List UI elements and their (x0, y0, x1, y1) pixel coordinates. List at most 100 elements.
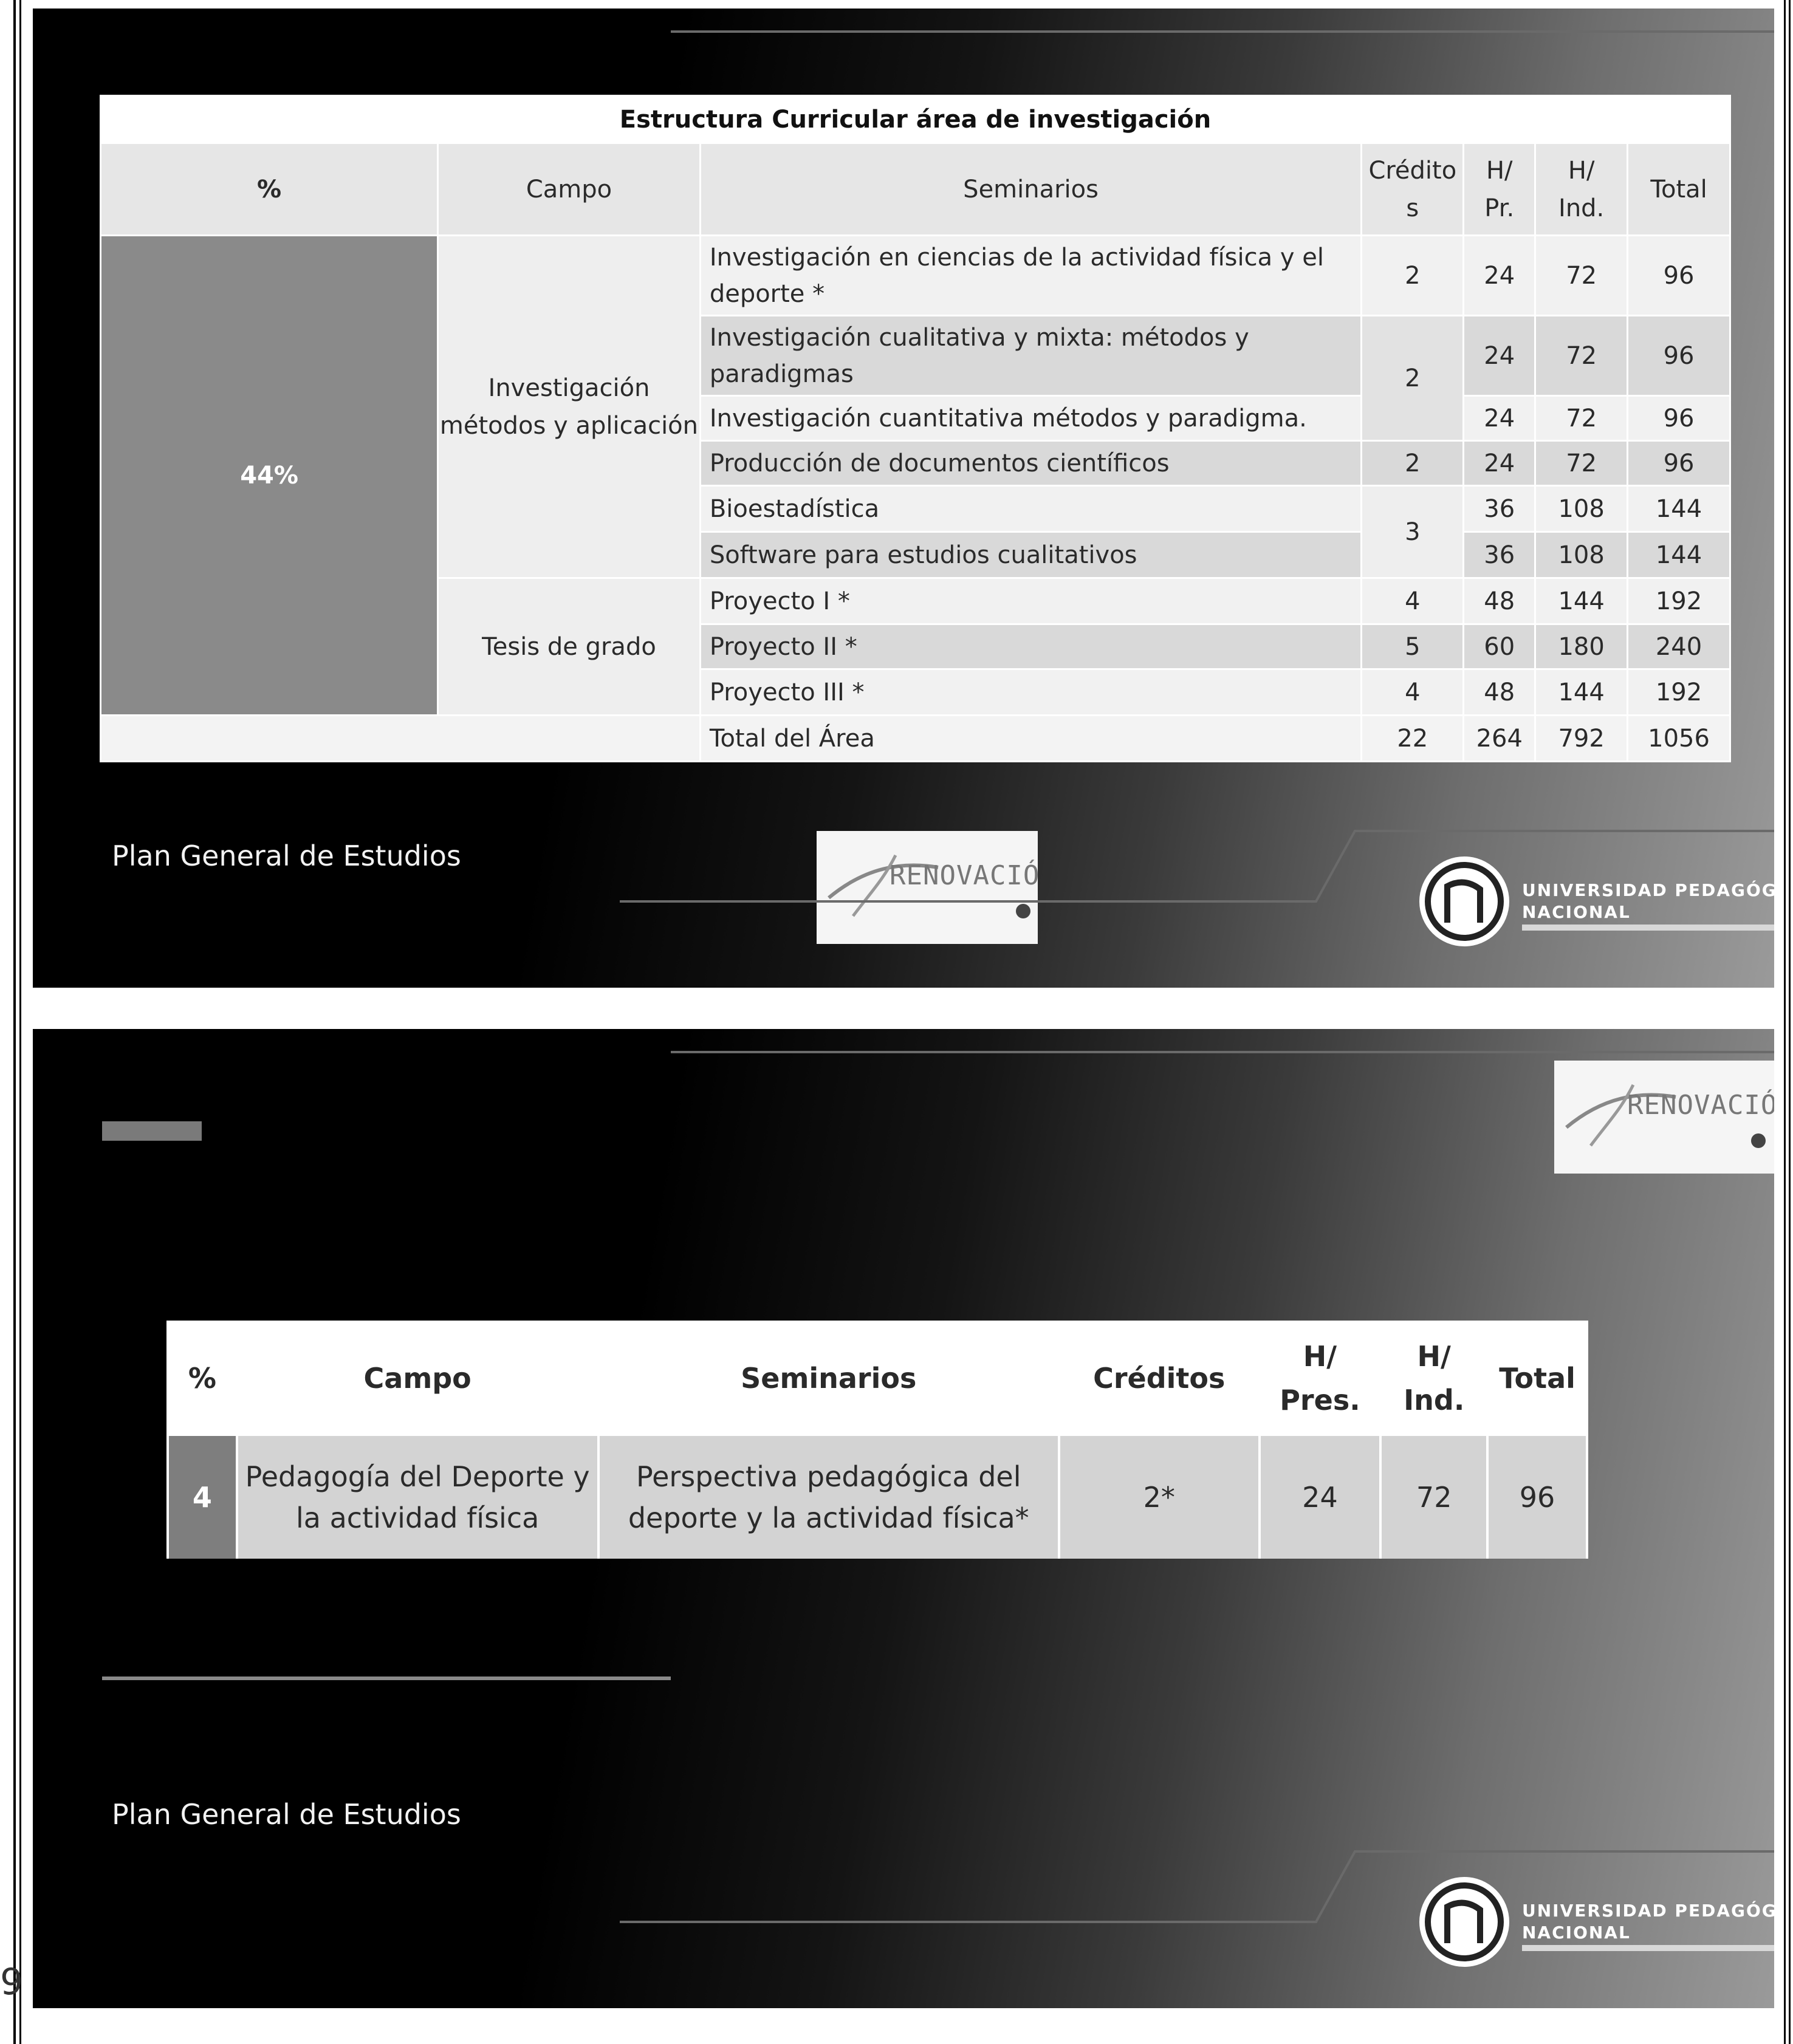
hind-cell: 144 (1534, 668, 1629, 716)
seminario-cell: Proyecto II * (699, 623, 1363, 670)
hpr-cell: 48 (1462, 577, 1537, 625)
total-cell: 144 (1627, 485, 1731, 533)
creditos-cell: 4 (1360, 668, 1465, 716)
seminario-cell: Bioestadística (699, 485, 1363, 533)
seminario-cell: Proyecto III * (699, 668, 1363, 716)
total-total: 1056 (1627, 714, 1731, 762)
upn-logo: UNIVERSIDAD PEDAGÓGICA NACIONAL (1416, 853, 1774, 974)
header-hind: H/ Ind. (1534, 142, 1629, 236)
table-row: 44% Investigación métodos y aplicación I… (99, 234, 1731, 716)
page-border-right (1784, 0, 1786, 2044)
hpr-cell: 60 (1462, 623, 1537, 670)
hpr-cell: 48 (1462, 668, 1537, 716)
creditos-cell: 2 (1360, 234, 1465, 316)
hind-cell: 108 (1534, 531, 1629, 579)
renovacion-logo: RENOVACIÓN (1554, 1061, 1774, 1174)
total-cell: 192 (1627, 668, 1731, 716)
creditos-cell: 5 (1360, 623, 1465, 670)
header-seminarios: Seminarios (699, 142, 1363, 236)
total-cell: 96 (1627, 440, 1731, 487)
header-creditos: Crédito s (1360, 142, 1465, 236)
total-cell: 96 (1627, 234, 1731, 316)
seminario-cell: Investigación cualitativa y mixta: métod… (699, 315, 1363, 397)
renovacion-wordmark: RENOVACIÓN (1627, 1090, 1774, 1121)
hpr-cell: 24 (1462, 315, 1537, 397)
campo-cell: Pedagogía del Deporte y la actividad fís… (235, 1436, 600, 1559)
header-hpres: H/ Pres. (1258, 1321, 1382, 1436)
total-cell: 96 (1627, 315, 1731, 397)
hind-cell: 72 (1534, 234, 1629, 316)
hpres-cell: 24 (1258, 1436, 1382, 1559)
divider-line (102, 1677, 671, 1680)
hind-cell: 72 (1379, 1436, 1489, 1559)
upn-subline (1522, 925, 1774, 931)
upn-seal-icon (1419, 1877, 1509, 1967)
total-creditos: 22 (1360, 714, 1465, 762)
header-creditos: Créditos (1057, 1321, 1261, 1436)
hpr-cell: 24 (1462, 395, 1537, 442)
header-hind: H/ Ind. (1379, 1321, 1489, 1436)
table-title: Estructura Curricular área de investigac… (100, 95, 1731, 144)
curricular-structure-table: Estructura Curricular área de investigac… (99, 95, 1731, 762)
slide-footer-title: Plan General de Estudios (112, 1798, 461, 1831)
total-cell: 192 (1627, 577, 1731, 625)
total-cell: 96 (1486, 1436, 1588, 1559)
hind-cell: 72 (1534, 440, 1629, 487)
header-hpr: H/ Pr. (1462, 142, 1537, 236)
hind-cell: 72 (1534, 315, 1629, 397)
hpr-cell: 24 (1462, 234, 1537, 316)
upn-seal-icon (1419, 856, 1509, 946)
pedagogia-table: % Campo Seminarios Créditos H/ Pres. H/ … (166, 1321, 1588, 1559)
hind-cell: 72 (1534, 395, 1629, 442)
total-hpr: 264 (1462, 714, 1537, 762)
header-campo: Campo (235, 1321, 600, 1436)
hind-cell: 108 (1534, 485, 1629, 533)
slide-footer-title: Plan General de Estudios (112, 839, 461, 872)
percentage-cell: 44% (99, 234, 439, 716)
header-total: Total (1627, 142, 1731, 236)
upn-wordmark: UNIVERSIDAD PEDAGÓGICA NACIONAL (1522, 880, 1774, 922)
slide-pedagogia: RENOVACIÓN % Campo Seminarios Créditos H… (33, 1029, 1774, 2008)
total-cell: 144 (1627, 531, 1731, 579)
creditos-cell: 3 (1360, 485, 1465, 579)
accent-bar (102, 1121, 202, 1141)
upn-subline (1522, 1945, 1774, 1951)
page-border-left-inner (19, 0, 21, 2044)
hpr-cell: 36 (1462, 531, 1537, 579)
seminario-cell: Investigación en ciencias de la activida… (699, 234, 1363, 316)
header-total: Total (1486, 1321, 1588, 1436)
total-cell: 96 (1627, 395, 1731, 442)
seminario-cell: Perspectiva pedagógica del deporte y la … (597, 1436, 1060, 1559)
table-row: 4 Pedagogía del Deporte y la actividad f… (166, 1436, 1588, 1559)
campo-investigacion: Investigación métodos y aplicación (437, 234, 701, 579)
hpr-cell: 36 (1462, 485, 1537, 533)
header-pct: % (99, 142, 439, 236)
creditos-cell: 4 (1360, 577, 1465, 625)
total-row: Total del Área 22 264 792 1056 (100, 714, 1731, 762)
total-cell: 240 (1627, 623, 1731, 670)
header-seminarios: Seminarios (597, 1321, 1060, 1436)
total-hind: 792 (1534, 714, 1629, 762)
page-border-right-inner (1789, 0, 1791, 2044)
upn-wordmark: UNIVERSIDAD PEDAGÓGICA NACIONAL (1522, 1901, 1774, 1943)
header-campo: Campo (437, 142, 701, 236)
slide-investigacion: Estructura Curricular área de investigac… (33, 9, 1774, 988)
upn-logo: UNIVERSIDAD PEDAGÓGICA NACIONAL (1416, 1873, 1774, 1995)
creditos-cell: 2 (1360, 440, 1465, 487)
page-border-left (13, 0, 16, 2044)
total-label: Total del Área (699, 714, 1363, 762)
campo-tesis: Tesis de grado (437, 577, 701, 716)
percentage-cell: 4 (166, 1436, 238, 1559)
seminario-cell: Software para estudios cualitativos (699, 531, 1363, 579)
seminario-cell: Proyecto I * (699, 577, 1363, 625)
hind-cell: 144 (1534, 577, 1629, 625)
page-side-mark: 9 (0, 1961, 24, 2003)
creditos-cell: 2* (1057, 1436, 1261, 1559)
slide-top-rule (671, 30, 1774, 33)
seminario-cell: Investigación cuantitativa métodos y par… (699, 395, 1363, 442)
slide-top-rule (671, 1051, 1774, 1053)
creditos-cell: 2 (1360, 315, 1465, 442)
hind-cell: 180 (1534, 623, 1629, 670)
hpr-cell: 24 (1462, 440, 1537, 487)
seminario-cell: Producción de documentos científicos (699, 440, 1363, 487)
